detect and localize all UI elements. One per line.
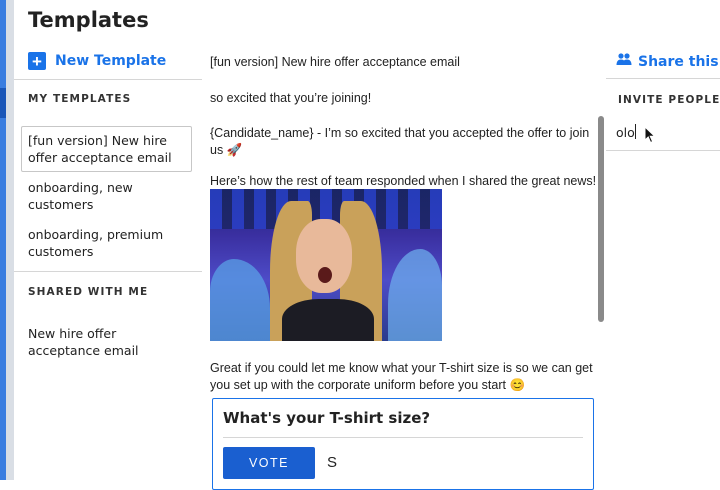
page-title: Templates xyxy=(28,8,149,32)
template-item-label: New hire offer acceptance email xyxy=(28,326,139,358)
invite-people-input[interactable] xyxy=(616,120,712,144)
new-template-label: New Template xyxy=(55,53,167,69)
sidebar-divider xyxy=(14,271,202,272)
template-item-label: onboarding, premium customers xyxy=(28,227,164,259)
share-panel: Share this tem INVITE PEOPLE xyxy=(606,44,720,480)
editor-scrollbar[interactable] xyxy=(598,116,604,322)
template-item-label: onboarding, new customers xyxy=(28,180,133,212)
template-item-onboarding-premium[interactable]: onboarding, premium customers xyxy=(28,226,180,260)
template-editor[interactable]: [fun version] New hire offer acceptance … xyxy=(210,44,600,490)
template-subject[interactable]: [fun version] New hire offer acceptance … xyxy=(210,54,598,71)
tshirt-request-text[interactable]: Great if you could let me know what your… xyxy=(210,360,598,394)
gif-backdrop-left xyxy=(210,259,270,341)
people-icon xyxy=(616,52,632,71)
reaction-gif xyxy=(210,189,442,341)
templates-sidebar: + New Template MY TEMPLATES [fun version… xyxy=(14,44,202,480)
gif-mouth xyxy=(318,267,332,283)
template-team-line[interactable]: Here’s how the rest of team responded wh… xyxy=(210,173,598,190)
share-template-button[interactable]: Share this tem xyxy=(616,52,720,71)
poll-option[interactable]: S xyxy=(327,454,337,471)
my-templates-heading: MY TEMPLATES xyxy=(28,93,132,105)
poll-divider xyxy=(223,437,583,438)
template-intro[interactable]: {Candidate_name} - I’m so excited that y… xyxy=(210,125,598,159)
mouse-pointer-icon xyxy=(644,125,656,149)
sidebar-divider xyxy=(14,79,202,80)
app-left-strip xyxy=(0,0,14,480)
invite-divider xyxy=(606,150,720,151)
new-template-button[interactable]: + New Template xyxy=(28,52,166,70)
poll-question: What's your T-shirt size? xyxy=(223,409,431,427)
vote-button[interactable]: VOTE xyxy=(223,447,315,479)
tshirt-poll: What's your T-shirt size? VOTE S xyxy=(212,398,594,490)
share-label: Share this tem xyxy=(638,53,720,70)
template-item-onboarding-new[interactable]: onboarding, new customers xyxy=(28,179,180,213)
plus-icon: + xyxy=(28,52,46,70)
invite-people-heading: INVITE PEOPLE xyxy=(618,94,720,106)
share-divider xyxy=(606,78,720,79)
template-greeting[interactable]: so excited that you’re joining! xyxy=(210,90,598,107)
left-strip-marker xyxy=(0,88,6,118)
template-item-label: [fun version] New hire offer acceptance … xyxy=(28,133,172,165)
shared-with-me-heading: SHARED WITH ME xyxy=(28,286,149,298)
left-strip-accent xyxy=(0,0,6,480)
shared-template-item[interactable]: New hire offer acceptance email xyxy=(28,325,180,359)
gif-body xyxy=(282,299,374,341)
template-item-fun-offer[interactable]: [fun version] New hire offer acceptance … xyxy=(21,126,192,172)
text-caret xyxy=(635,124,636,139)
gif-backdrop-right xyxy=(388,249,442,341)
